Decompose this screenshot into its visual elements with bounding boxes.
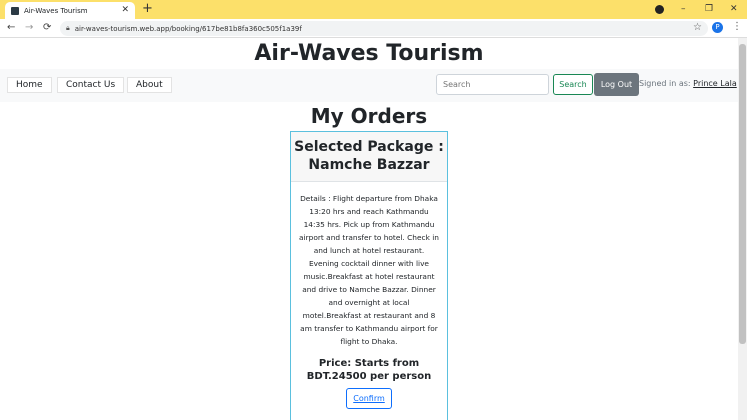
browser-tab[interactable]: Air-Waves Tourism ✕: [5, 2, 135, 19]
browser-toolbar: ← → ⟳ 🔒︎ air-waves-tourism.web.app/booki…: [0, 19, 747, 38]
package-price: Price: Starts from BDT.24500 per person: [306, 358, 432, 382]
nav-contact-link[interactable]: Contact Us: [57, 77, 125, 93]
window-close-icon[interactable]: ✕: [730, 2, 738, 16]
card-body: Details : Flight departure from Dhaka 13…: [291, 182, 447, 409]
profile-avatar[interactable]: P: [712, 22, 723, 33]
tab-close-icon[interactable]: ✕: [121, 5, 129, 15]
browser-tab-bar: Air-Waves Tourism ✕ + – ❐ ✕: [0, 0, 747, 19]
logout-button[interactable]: Log Out: [594, 73, 639, 96]
url-text: air-waves-tourism.web.app/booking/617be8…: [74, 24, 302, 33]
navbar: Home Contact Us About Search Log Out Sig…: [0, 69, 738, 102]
forward-arrow-icon[interactable]: →: [25, 21, 33, 35]
scrollbar-thumb[interactable]: [739, 44, 746, 344]
favicon-icon: [11, 6, 19, 15]
back-arrow-icon[interactable]: ←: [7, 21, 15, 35]
site-title: Air-Waves Tourism: [254, 41, 484, 66]
browser-menu-icon[interactable]: ⋮: [732, 21, 742, 32]
page-scrollbar[interactable]: [738, 38, 747, 420]
restore-icon[interactable]: ❐: [705, 2, 713, 16]
nav-home-link[interactable]: Home: [7, 77, 52, 93]
signed-in-status: Signed in as: Prince Lala: [639, 79, 737, 88]
order-card: Selected Package : Namche Bazzar Details…: [290, 131, 448, 420]
new-tab-icon[interactable]: +: [142, 1, 153, 17]
user-name-link[interactable]: Prince Lala: [693, 79, 737, 88]
card-header: Selected Package : Namche Bazzar: [291, 132, 447, 182]
bookmark-star-icon[interactable]: ☆: [693, 22, 702, 33]
package-details: Details : Flight departure from Dhaka 13…: [299, 194, 439, 346]
search-input[interactable]: [436, 74, 549, 95]
signed-in-label: Signed in as:: [639, 79, 691, 88]
tab-title: Air-Waves Tourism: [24, 6, 88, 15]
page-viewport: Air-Waves Tourism Home Contact Us About …: [0, 38, 738, 420]
minimize-icon[interactable]: –: [681, 2, 686, 16]
page-title: My Orders: [310, 104, 428, 128]
address-bar[interactable]: 🔒︎ air-waves-tourism.web.app/booking/617…: [60, 21, 708, 36]
reload-icon[interactable]: ⟳: [43, 21, 51, 35]
search-button[interactable]: Search: [553, 74, 593, 95]
confirm-button[interactable]: Confirm: [346, 388, 392, 409]
nav-about-link[interactable]: About: [127, 77, 172, 93]
profile-indicator-icon[interactable]: [655, 5, 664, 14]
lock-icon: 🔒︎: [66, 24, 70, 32]
